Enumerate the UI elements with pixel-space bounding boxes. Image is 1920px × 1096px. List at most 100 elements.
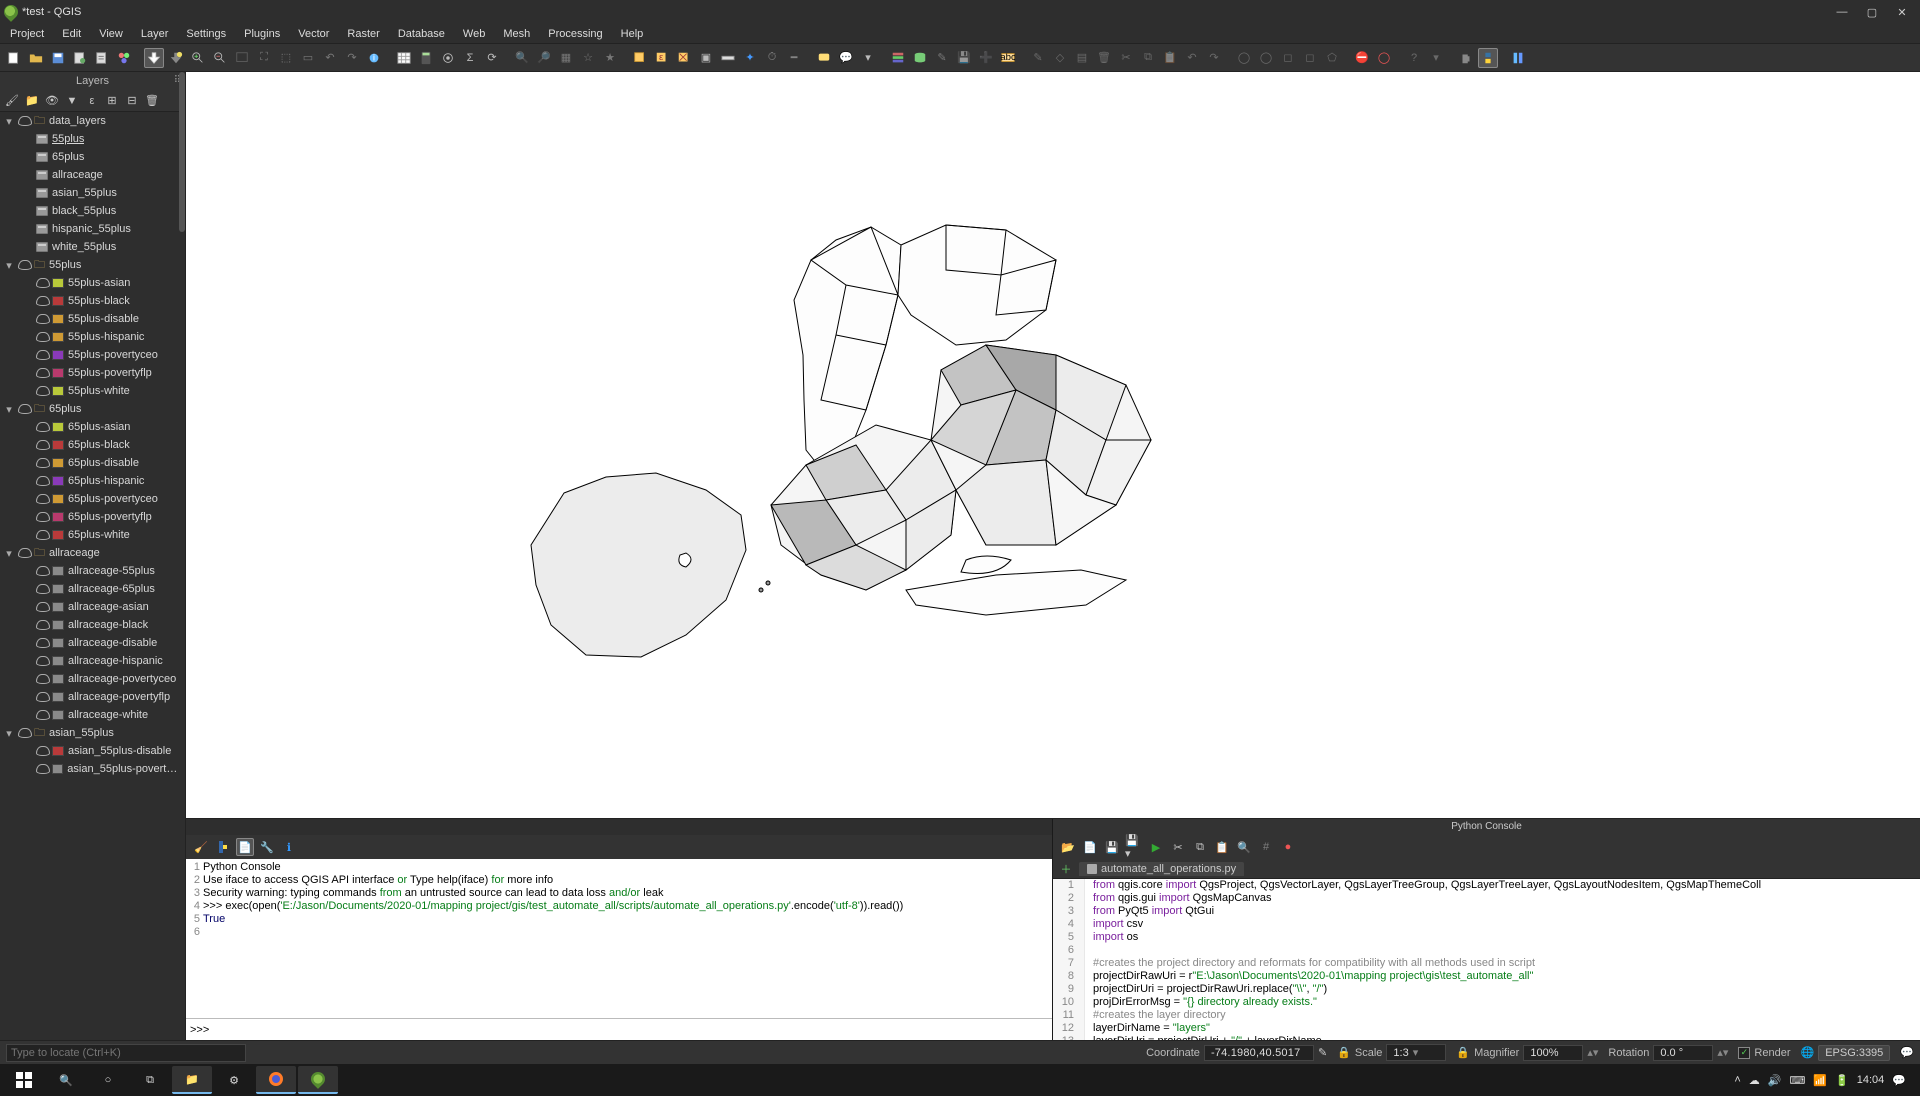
digitize-shape5-icon[interactable]: ⬠ bbox=[1322, 48, 1342, 68]
menu-plugins[interactable]: Plugins bbox=[236, 26, 288, 42]
tray-wifi-icon[interactable]: 📶 bbox=[1813, 1074, 1827, 1087]
table-layer-item[interactable]: white_55plus bbox=[0, 238, 185, 256]
vector-layer-item[interactable]: 65plus-white bbox=[0, 526, 185, 544]
visibility-toggle-icon[interactable] bbox=[36, 349, 48, 361]
add-group-icon[interactable]: 📁 bbox=[24, 93, 40, 109]
vector-layer-item[interactable]: 65plus-asian bbox=[0, 418, 185, 436]
manage-map-themes-icon[interactable]: 👁 bbox=[44, 93, 60, 109]
layers-tree[interactable]: ▾🗀data_layers55plus65plusallraceageasian… bbox=[0, 112, 185, 1040]
visibility-toggle-icon[interactable] bbox=[36, 763, 48, 775]
tray-clock[interactable]: 14:04 bbox=[1857, 1074, 1885, 1086]
vector-layer-item[interactable]: allraceage-asian bbox=[0, 598, 185, 616]
locator-bar[interactable] bbox=[6, 1044, 266, 1062]
zoom-selection-icon[interactable]: ⬚ bbox=[276, 48, 296, 68]
visibility-toggle-icon[interactable] bbox=[36, 583, 48, 595]
object-inspector-icon[interactable]: ● bbox=[1279, 838, 1297, 856]
visibility-toggle-icon[interactable] bbox=[36, 619, 48, 631]
layer-styling-icon[interactable]: 🖌 bbox=[4, 93, 20, 109]
firefox-taskbar-icon[interactable] bbox=[256, 1066, 296, 1094]
tray-chevron-icon[interactable]: ˄ bbox=[1734, 1074, 1740, 1086]
zoom-last-icon[interactable]: ↶ bbox=[320, 48, 340, 68]
zoom-layer-icon[interactable]: ▭ bbox=[298, 48, 318, 68]
find-text-icon[interactable]: 🔍 bbox=[1235, 838, 1253, 856]
current-edits-icon[interactable]: ✎ bbox=[1028, 48, 1048, 68]
vector-layer-item[interactable]: allraceage-povertyflp bbox=[0, 688, 185, 706]
new-file-icon[interactable]: 📄 bbox=[1081, 838, 1099, 856]
table-layer-item[interactable]: black_55plus bbox=[0, 202, 185, 220]
visibility-toggle-icon[interactable] bbox=[18, 403, 30, 415]
menu-raster[interactable]: Raster bbox=[339, 26, 387, 42]
label-toolbar-icon[interactable]: abc bbox=[998, 48, 1018, 68]
no-action-icon[interactable]: ⛔ bbox=[1352, 48, 1372, 68]
new-shapefile-icon[interactable]: ▾ bbox=[858, 48, 878, 68]
deselect-all-icon[interactable] bbox=[674, 48, 694, 68]
digitize-shape2-icon[interactable]: ◯ bbox=[1256, 48, 1276, 68]
vector-layer-item[interactable]: 55plus-white bbox=[0, 382, 185, 400]
crs-status-icon[interactable] bbox=[1508, 48, 1528, 68]
python-console-icon[interactable] bbox=[1478, 48, 1498, 68]
magnifier-value[interactable]: 100% bbox=[1523, 1045, 1583, 1061]
zoom-in-icon[interactable] bbox=[188, 48, 208, 68]
open-attribute-table-icon[interactable] bbox=[394, 48, 414, 68]
show-bookmarks-icon[interactable]: ★ bbox=[600, 48, 620, 68]
visibility-toggle-icon[interactable] bbox=[36, 691, 48, 703]
vertex-tool-icon[interactable]: ◇ bbox=[1050, 48, 1070, 68]
visibility-toggle-icon[interactable] bbox=[36, 331, 48, 343]
menu-settings[interactable]: Settings bbox=[178, 26, 234, 42]
python-console-input[interactable]: >>> bbox=[186, 1018, 1052, 1040]
coordinate-toggle-icon[interactable]: ✎ bbox=[1318, 1046, 1327, 1059]
layers-panel-title[interactable]: Layers⠿ bbox=[0, 72, 185, 90]
window-close-button[interactable]: ✕ bbox=[1888, 2, 1916, 22]
expand-toggle-icon[interactable]: ▾ bbox=[4, 115, 14, 128]
expand-toggle-icon[interactable]: ▾ bbox=[4, 727, 14, 740]
editor-tab[interactable]: automate_all_operations.py bbox=[1079, 862, 1244, 876]
filter-legend-icon[interactable]: ▼ bbox=[64, 93, 80, 109]
copy-features-icon[interactable]: ⧉ bbox=[1138, 48, 1158, 68]
visibility-toggle-icon[interactable] bbox=[36, 601, 48, 613]
scale-lock-icon[interactable]: 🔒 bbox=[1337, 1046, 1351, 1059]
visibility-toggle-icon[interactable] bbox=[36, 529, 48, 541]
visibility-toggle-icon[interactable] bbox=[18, 259, 30, 271]
new-print-layout-icon[interactable] bbox=[70, 48, 90, 68]
layer-group[interactable]: ▾🗀55plus bbox=[0, 256, 185, 274]
comment-code-icon[interactable]: # bbox=[1257, 838, 1275, 856]
cut-features-icon[interactable]: ✂ bbox=[1116, 48, 1136, 68]
field-calculator-icon[interactable] bbox=[416, 48, 436, 68]
filter-legend-expression-icon[interactable]: ε bbox=[84, 93, 100, 109]
new-geopackage-icon[interactable] bbox=[910, 48, 930, 68]
python-console-title[interactable]: Python Console bbox=[1053, 819, 1920, 835]
visibility-toggle-icon[interactable] bbox=[36, 421, 48, 433]
expand-toggle-icon[interactable]: ▾ bbox=[4, 547, 14, 560]
open-project-icon[interactable] bbox=[26, 48, 46, 68]
vector-layer-item[interactable]: asian_55plus-povertyceo bbox=[0, 760, 185, 778]
select-features-icon[interactable] bbox=[630, 48, 650, 68]
zoom-out-tool-icon[interactable]: 🔎 bbox=[534, 48, 554, 68]
python-console-input-field[interactable] bbox=[213, 1023, 1048, 1036]
visibility-toggle-icon[interactable] bbox=[36, 637, 48, 649]
vector-layer-item[interactable]: asian_55plus-disable bbox=[0, 742, 185, 760]
layer-group[interactable]: ▾🗀allraceage bbox=[0, 544, 185, 562]
layout-manager-icon[interactable] bbox=[92, 48, 112, 68]
visibility-toggle-icon[interactable] bbox=[36, 493, 48, 505]
visibility-toggle-icon[interactable] bbox=[36, 295, 48, 307]
vector-layer-item[interactable]: 65plus-povertyflp bbox=[0, 508, 185, 526]
visibility-toggle-icon[interactable] bbox=[36, 457, 48, 469]
vector-layer-item[interactable]: 65plus-black bbox=[0, 436, 185, 454]
style-manager-icon[interactable] bbox=[114, 48, 134, 68]
pan-to-selection-icon[interactable] bbox=[166, 48, 186, 68]
rotation-value[interactable]: 0.0 ° bbox=[1653, 1045, 1713, 1061]
menu-help[interactable]: Help bbox=[613, 26, 652, 42]
expand-all-icon[interactable]: ⊞ bbox=[104, 93, 120, 109]
run-command-icon[interactable] bbox=[214, 838, 232, 856]
visibility-toggle-icon[interactable] bbox=[18, 115, 30, 127]
undo-icon[interactable]: ↶ bbox=[1182, 48, 1202, 68]
data-source-manager-icon[interactable] bbox=[888, 48, 908, 68]
visibility-toggle-icon[interactable] bbox=[36, 709, 48, 721]
cut-icon[interactable]: ✂ bbox=[1169, 838, 1187, 856]
redo-icon[interactable]: ↷ bbox=[1204, 48, 1224, 68]
visibility-toggle-icon[interactable] bbox=[36, 655, 48, 667]
new-map-view-icon[interactable]: ▦ bbox=[556, 48, 576, 68]
visibility-toggle-icon[interactable] bbox=[18, 547, 30, 559]
digitize-shape-icon[interactable]: ◯ bbox=[1234, 48, 1254, 68]
paste-features-icon[interactable]: 📋 bbox=[1160, 48, 1180, 68]
